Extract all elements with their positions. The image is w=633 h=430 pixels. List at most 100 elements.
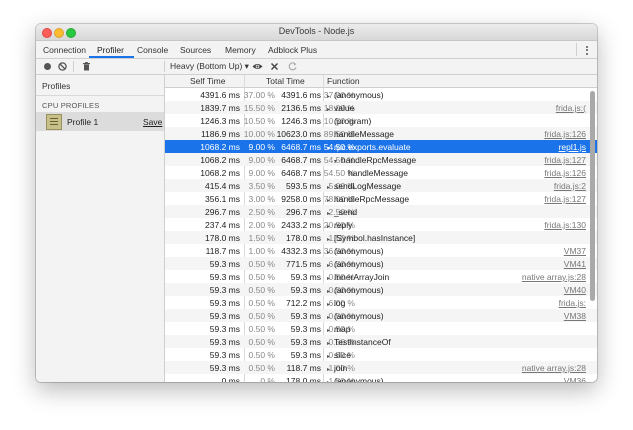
window-title: DevTools - Node.js bbox=[278, 26, 355, 36]
function-header[interactable]: Function bbox=[327, 76, 360, 86]
source-link[interactable]: repl1.js bbox=[559, 142, 586, 152]
title-bar: DevTools - Node.js bbox=[36, 24, 597, 41]
table-row[interactable]: 1068.2 ms 9.00 % 6468.7 ms 54.50 % handleMes… bbox=[165, 166, 597, 179]
function-name: handleRpcMessage bbox=[341, 155, 417, 165]
table-row[interactable]: 415.4 ms 3.50 % 593.5 ms 5.00 % ▸ sendLogMess… bbox=[165, 179, 597, 192]
collapsed-arrow-icon[interactable]: ▸ bbox=[327, 353, 334, 360]
total-time-ms: 59.3 ms bbox=[290, 324, 321, 334]
total-time-header[interactable]: Total Time bbox=[266, 76, 305, 86]
table-row[interactable]: 356.1 ms 3.00 % 9258.0 ms 78.00 % ▸ handleRpc… bbox=[165, 192, 597, 205]
collapsed-arrow-icon[interactable]: ▸ bbox=[327, 223, 334, 230]
table-row[interactable]: 237.4 ms 2.00 % 2433.2 ms 20.50 % ▸ reply frid… bbox=[165, 218, 597, 231]
tab-profiler[interactable]: Profiler bbox=[97, 45, 124, 55]
close-icon[interactable] bbox=[269, 61, 280, 72]
function-name: log bbox=[334, 298, 346, 308]
collapsed-arrow-icon[interactable]: ▸ bbox=[327, 249, 334, 256]
tab-sources[interactable]: Sources bbox=[180, 45, 211, 55]
save-profile-link[interactable]: Save bbox=[143, 117, 162, 127]
table-row[interactable]: 4391.6 ms 37.00 % 4391.6 ms 37.00 % ▸ (anonym… bbox=[165, 88, 597, 101]
reload-icon[interactable] bbox=[287, 61, 298, 72]
collapsed-arrow-icon[interactable]: ▸ bbox=[327, 210, 334, 217]
function-cell: ▸ InnerArrayJoin bbox=[327, 272, 389, 282]
function-name: handleRpcMessage bbox=[334, 194, 410, 204]
tab-console[interactable]: Console bbox=[137, 45, 168, 55]
total-time-ms: 59.3 ms bbox=[290, 350, 321, 360]
eye-icon[interactable] bbox=[252, 61, 263, 72]
function-name: reply bbox=[334, 220, 353, 230]
self-time-ms: 59.3 ms bbox=[209, 324, 240, 334]
table-row[interactable]: 178.0 ms 1.50 % 178.0 ms 1.50 % ▸ [Symbol.has… bbox=[165, 231, 597, 244]
table-row[interactable]: 59.3 ms 0.50 % 59.3 ms 0.50 % ▸ (anonymous) VM… bbox=[165, 309, 597, 322]
clear-all-icon[interactable] bbox=[57, 61, 68, 72]
collapsed-arrow-icon[interactable]: ▸ bbox=[327, 236, 334, 243]
table-row[interactable]: 1246.3 ms 10.50 % 1246.3 ms 10.50 % (program… bbox=[165, 114, 597, 127]
source-link[interactable]: frida.js:127 bbox=[544, 194, 586, 204]
table-row[interactable]: 59.3 ms 0.50 % 771.5 ms 6.50 % ▸ (anonymous) V… bbox=[165, 257, 597, 270]
collapsed-arrow-icon[interactable]: ▸ bbox=[327, 327, 334, 334]
profile-icon bbox=[46, 114, 62, 130]
self-time-header[interactable]: Self Time bbox=[190, 76, 225, 86]
table-row[interactable]: 1068.2 ms 9.00 % 6468.7 ms 54.50 % ▾ handleRp… bbox=[165, 153, 597, 166]
collapsed-arrow-icon[interactable]: ▸ bbox=[327, 301, 334, 308]
expanded-arrow-icon[interactable]: ▾ bbox=[327, 145, 334, 152]
tab-adblock-plus[interactable]: Adblock Plus bbox=[268, 45, 317, 55]
self-time-percent: 10.00 % bbox=[243, 129, 275, 139]
table-row[interactable]: 59.3 ms 0.50 % 59.3 ms 0.50 % ▸ (anonymous) VM… bbox=[165, 283, 597, 296]
collapsed-arrow-icon[interactable]: ▸ bbox=[327, 262, 334, 269]
source-link[interactable]: frida.js:130 bbox=[544, 220, 586, 230]
self-time-ms: 415.4 ms bbox=[205, 181, 240, 191]
record-icon[interactable] bbox=[42, 61, 53, 72]
table-row[interactable]: 59.3 ms 0.50 % 712.2 ms 6.00 % ▸ log frida.js: bbox=[165, 296, 597, 309]
collapsed-arrow-icon[interactable]: ▸ bbox=[327, 93, 334, 100]
collapsed-arrow-icon[interactable]: ▸ bbox=[327, 366, 334, 373]
source-link[interactable]: frida.js:2 bbox=[554, 181, 586, 191]
total-time-ms: 118.7 ms bbox=[286, 363, 321, 373]
function-cell: handleMessage bbox=[341, 168, 408, 178]
table-row[interactable]: 59.3 ms 0.50 % 118.7 ms 1.00 % ▸ join native a… bbox=[165, 361, 597, 374]
collapsed-arrow-icon[interactable]: ▸ bbox=[327, 314, 334, 321]
expanded-arrow-icon[interactable]: ▾ bbox=[334, 158, 341, 165]
source-link[interactable]: VM36 bbox=[564, 376, 586, 382]
table-row[interactable]: 59.3 ms 0.50 % 59.3 ms 0.50 % ▸ TestInstanceO… bbox=[165, 335, 597, 348]
total-time-ms: 6468.7 ms bbox=[281, 155, 321, 165]
source-link[interactable]: frida.js:127 bbox=[544, 155, 586, 165]
self-time-percent: 0.50 % bbox=[248, 311, 275, 321]
source-link[interactable]: native array.js:28 bbox=[522, 272, 586, 282]
table-row[interactable]: 296.7 ms 2.50 % 296.7 ms 2.50 % ▸ _send bbox=[165, 205, 597, 218]
table-row[interactable]: 1068.2 ms 9.00 % 6468.7 ms 54.50 % ▾ rpc.expo… bbox=[165, 140, 597, 153]
vertical-scrollbar[interactable] bbox=[590, 91, 595, 301]
self-time-ms: 296.7 ms bbox=[205, 207, 240, 217]
source-link[interactable]: VM40 bbox=[564, 285, 586, 295]
sidebar-item-profile-1[interactable]: Profile 1 Save bbox=[36, 112, 164, 131]
table-row[interactable]: 59.3 ms 0.50 % 59.3 ms 0.50 % ▸ slice bbox=[165, 348, 597, 361]
table-row[interactable]: 59.3 ms 0.50 % 59.3 ms 0.50 % ▸ InnerArrayJoi… bbox=[165, 270, 597, 283]
collapsed-arrow-icon[interactable]: ▸ bbox=[327, 275, 334, 282]
view-mode-select[interactable]: Heavy (Bottom Up) ▾ bbox=[170, 61, 249, 72]
source-link[interactable]: VM37 bbox=[564, 246, 586, 256]
collapsed-arrow-icon[interactable]: ▸ bbox=[327, 288, 334, 295]
function-name: map bbox=[334, 324, 351, 334]
collapsed-arrow-icon[interactable]: ▸ bbox=[327, 379, 334, 382]
source-link[interactable]: VM38 bbox=[564, 311, 586, 321]
tab-connection[interactable]: Connection bbox=[43, 45, 86, 55]
collapsed-arrow-icon[interactable]: ▸ bbox=[327, 106, 334, 113]
table-row[interactable]: 118.7 ms 1.00 % 4332.3 ms 36.50 % ▸ (anonymou… bbox=[165, 244, 597, 257]
more-options-icon[interactable] bbox=[583, 44, 591, 55]
function-cell: ▸(anonymous) bbox=[327, 90, 384, 100]
collapsed-arrow-icon[interactable]: ▸ bbox=[327, 340, 334, 347]
table-row[interactable]: 0 ms0 %178.0 ms1.50 %▸(anonymous)VM36 bbox=[165, 374, 597, 382]
source-link[interactable]: VM41 bbox=[564, 259, 586, 269]
source-link[interactable]: frida.js:( bbox=[556, 103, 586, 113]
collapsed-arrow-icon[interactable]: ▸ bbox=[327, 197, 334, 204]
source-link[interactable]: native array.js:28 bbox=[522, 363, 586, 373]
table-row[interactable]: 59.3 ms 0.50 % 59.3 ms 0.50 % ▸ map bbox=[165, 322, 597, 335]
source-link[interactable]: frida.js:126 bbox=[544, 168, 586, 178]
function-cell: ▸ _send bbox=[327, 207, 357, 217]
collapsed-arrow-icon[interactable]: ▸ bbox=[327, 184, 334, 191]
source-link[interactable]: frida.js:126 bbox=[544, 129, 586, 139]
source-link[interactable]: frida.js: bbox=[559, 298, 586, 308]
tab-memory[interactable]: Memory bbox=[225, 45, 256, 55]
table-row[interactable]: 1839.7 ms 15.50 % 2136.5 ms 18.00 % ▸ value fr… bbox=[165, 101, 597, 114]
trash-icon[interactable] bbox=[81, 61, 92, 72]
table-row[interactable]: 1186.9 ms 10.00 % 10623.0 ms 89.50 % handleM… bbox=[165, 127, 597, 140]
